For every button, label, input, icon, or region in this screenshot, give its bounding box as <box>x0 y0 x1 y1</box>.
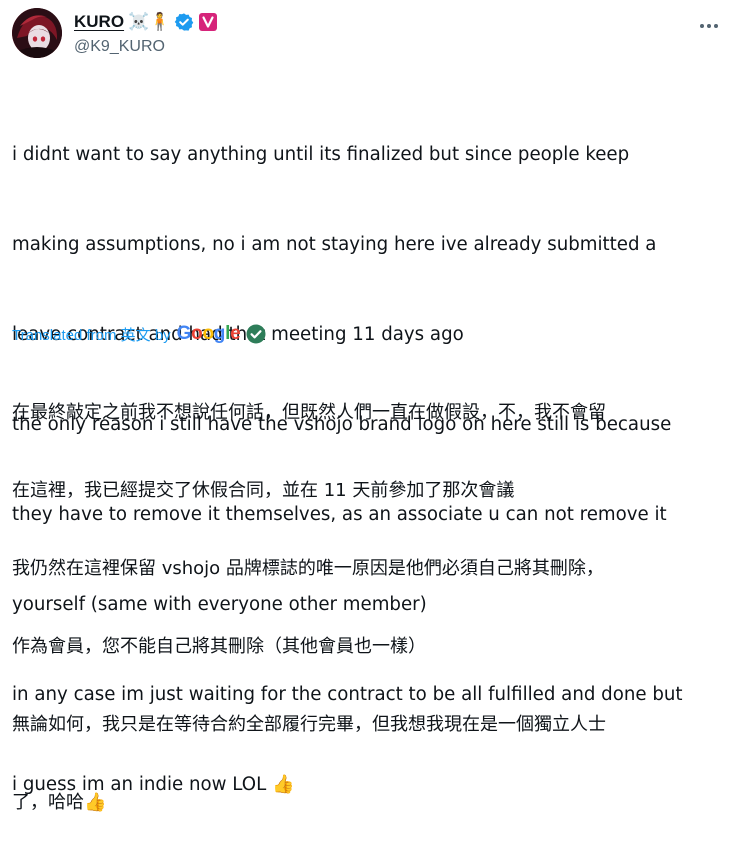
google-logo: Google <box>176 323 241 344</box>
post-header: KURO ☠️🧍 @K9_KURO <box>12 8 724 64</box>
name-row: KURO ☠️🧍 <box>74 10 218 34</box>
affiliate-badge-icon[interactable] <box>198 12 218 32</box>
translated-line-text: 了，哈哈 <box>12 792 84 813</box>
avatar-image <box>12 8 62 58</box>
verified-badge-icon[interactable] <box>174 12 194 32</box>
translated-line: 作為會員，您不能自己將其刪除（其他會員也一樣） <box>12 636 426 657</box>
more-options-button[interactable] <box>694 14 724 38</box>
avatar[interactable] <box>12 8 62 58</box>
translation-attribution[interactable]: Translated from 英文 by Google <box>12 322 266 346</box>
post-line: i didnt want to say anything until its f… <box>12 144 630 165</box>
author-identity: KURO ☠️🧍 @K9_KURO <box>74 10 218 56</box>
name-emojis: ☠️🧍 <box>128 11 171 32</box>
translated-line: 在最終敲定之前我不想說任何話，但既然人們一直在做假設，不，我不會留 <box>12 402 606 423</box>
check-circle-icon <box>246 324 266 344</box>
translated-line: 無論如何，我只是在等待合約全部履行完畢，但我想我現在是一個獨立人士 <box>12 714 606 735</box>
more-dot-icon <box>707 24 711 28</box>
handle[interactable]: @K9_KURO <box>74 38 218 56</box>
display-name[interactable]: KURO <box>74 12 124 32</box>
translated-line: 了，哈哈👍 <box>12 790 724 816</box>
translated-line: 在這裡，我已經提交了休假合同，並在 11 天前參加了那次會議 <box>12 480 515 501</box>
more-dot-icon <box>700 24 704 28</box>
post-line: making assumptions, no i am not staying … <box>12 234 657 255</box>
translation-label: Translated from 英文 by <box>12 326 171 344</box>
more-dot-icon <box>714 24 718 28</box>
translated-line: 我仍然在這裡保留 vshojo 品牌標誌的唯一原因是他們必須自己將其刪除， <box>12 558 604 579</box>
translated-text: 在最終敲定之前我不想說任何話，但既然人們一直在做假設，不，我不會留 在這裡，我已… <box>12 348 724 842</box>
thumbs-up-emoji: 👍 <box>84 792 107 813</box>
